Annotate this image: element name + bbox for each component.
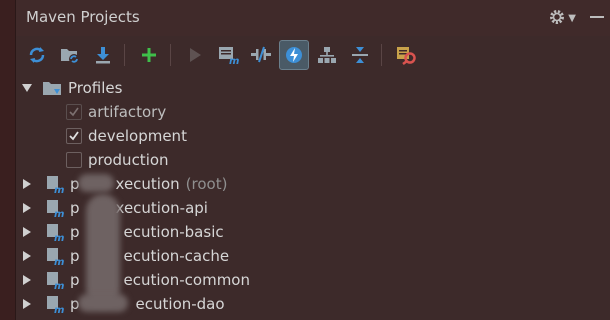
maven-module-icon: m bbox=[47, 296, 64, 313]
collapsed-triangle-icon[interactable] bbox=[20, 201, 34, 215]
dropdown-caret-icon[interactable]: ▼ bbox=[568, 13, 576, 24]
profile-checkbox[interactable] bbox=[66, 104, 82, 120]
generate-sources-icon bbox=[61, 49, 79, 64]
panel-header: Maven Projects ▼ bbox=[16, 0, 610, 36]
profiles-label: Profiles bbox=[68, 79, 123, 97]
svg-text:m: m bbox=[54, 281, 64, 289]
execute-goal-icon: m bbox=[219, 47, 239, 65]
collapsed-triangle-icon[interactable] bbox=[20, 177, 34, 191]
tree-node-project[interactable]: m p xecution (root) bbox=[20, 172, 227, 196]
profiles-folder-icon bbox=[43, 82, 61, 95]
project-name-end: xecution bbox=[115, 175, 180, 193]
download-sources-icon bbox=[96, 47, 110, 64]
panel-title: Maven Projects bbox=[26, 8, 140, 26]
profile-checkbox[interactable] bbox=[66, 152, 82, 168]
expanded-triangle-icon[interactable] bbox=[20, 81, 34, 95]
maven-module-icon: m bbox=[47, 248, 64, 265]
profile-name: development bbox=[88, 127, 187, 145]
reimport-icon bbox=[29, 47, 45, 63]
redaction-blur bbox=[78, 294, 128, 312]
tree-node-project[interactable]: m p ecution-cache bbox=[20, 244, 229, 268]
skip-tests-icon bbox=[286, 47, 302, 63]
toolbar-separator bbox=[381, 44, 382, 66]
execute-goal-button[interactable]: m bbox=[213, 40, 243, 70]
generate-sources-button[interactable] bbox=[55, 40, 85, 70]
toolbar-separator bbox=[170, 44, 171, 66]
maven-module-icon: m bbox=[47, 224, 64, 241]
minimize-icon[interactable] bbox=[590, 16, 604, 18]
profile-name: artifactory bbox=[88, 103, 167, 121]
reimport-button[interactable] bbox=[22, 40, 52, 70]
svg-text:m: m bbox=[229, 56, 239, 65]
maven-projects-panel: Maven Projects ▼ m Profiles artifactory … bbox=[16, 0, 610, 320]
svg-text:m: m bbox=[54, 257, 64, 265]
collapsed-triangle-icon[interactable] bbox=[20, 249, 34, 263]
project-name-end: ecution-common bbox=[123, 271, 250, 289]
collapsed-triangle-icon[interactable] bbox=[20, 273, 34, 287]
redaction-blur bbox=[86, 194, 120, 306]
checkmark-icon bbox=[69, 107, 79, 117]
root-suffix: (root) bbox=[185, 175, 228, 193]
collapse-all-button[interactable] bbox=[345, 40, 375, 70]
add-maven-project-icon bbox=[142, 48, 156, 62]
tree-node-project[interactable]: m p ecution-common bbox=[20, 268, 250, 292]
toolbar-separator bbox=[124, 44, 125, 66]
profile-item[interactable]: artifactory bbox=[66, 100, 166, 124]
svg-text:m: m bbox=[54, 305, 64, 313]
maven-module-icon: m bbox=[47, 200, 64, 217]
profile-item[interactable]: production bbox=[66, 148, 169, 172]
project-name-end: ecution-cache bbox=[123, 247, 230, 265]
left-edge-strip bbox=[0, 0, 16, 320]
toggle-offline-icon bbox=[251, 46, 271, 63]
svg-text:m: m bbox=[54, 185, 64, 193]
maven-module-icon: m bbox=[47, 176, 64, 193]
collapse-all-icon bbox=[352, 47, 368, 63]
profile-item[interactable]: development bbox=[66, 124, 187, 148]
project-name-end: ecution-basic bbox=[123, 223, 224, 241]
svg-text:m: m bbox=[54, 233, 64, 241]
download-sources-button[interactable] bbox=[88, 40, 118, 70]
svg-text:m: m bbox=[54, 209, 64, 217]
collapsed-triangle-icon[interactable] bbox=[20, 225, 34, 239]
tree-node-profiles[interactable]: Profiles bbox=[20, 76, 122, 100]
skip-tests-toggle[interactable] bbox=[279, 40, 309, 70]
project-name-end: xecution-api bbox=[115, 199, 208, 217]
project-name-end: ecution-dao bbox=[135, 295, 225, 313]
project-name-start: p bbox=[70, 199, 80, 217]
run-button[interactable] bbox=[180, 40, 210, 70]
profile-checkbox[interactable] bbox=[66, 128, 82, 144]
project-name-start: p bbox=[70, 247, 80, 265]
tree-node-project[interactable]: m p ecution-basic bbox=[20, 220, 224, 244]
settings-gear-icon[interactable] bbox=[548, 8, 566, 26]
collapsed-triangle-icon[interactable] bbox=[20, 297, 34, 311]
show-dependencies-icon bbox=[318, 47, 336, 63]
maven-settings-button[interactable] bbox=[391, 40, 421, 70]
checkmark-icon bbox=[69, 131, 79, 141]
maven-toolbar: m bbox=[16, 38, 610, 72]
profile-name: production bbox=[88, 151, 169, 169]
redaction-blur bbox=[78, 174, 114, 192]
toggle-offline-button[interactable] bbox=[246, 40, 276, 70]
project-name-start: p bbox=[70, 271, 80, 289]
maven-settings-icon bbox=[397, 47, 416, 65]
show-dependencies-button[interactable] bbox=[312, 40, 342, 70]
run-icon bbox=[190, 48, 201, 62]
header-actions: ▼ bbox=[548, 8, 604, 26]
maven-module-icon: m bbox=[47, 272, 64, 289]
add-maven-project-button[interactable] bbox=[134, 40, 164, 70]
project-name-start: p bbox=[70, 223, 80, 241]
